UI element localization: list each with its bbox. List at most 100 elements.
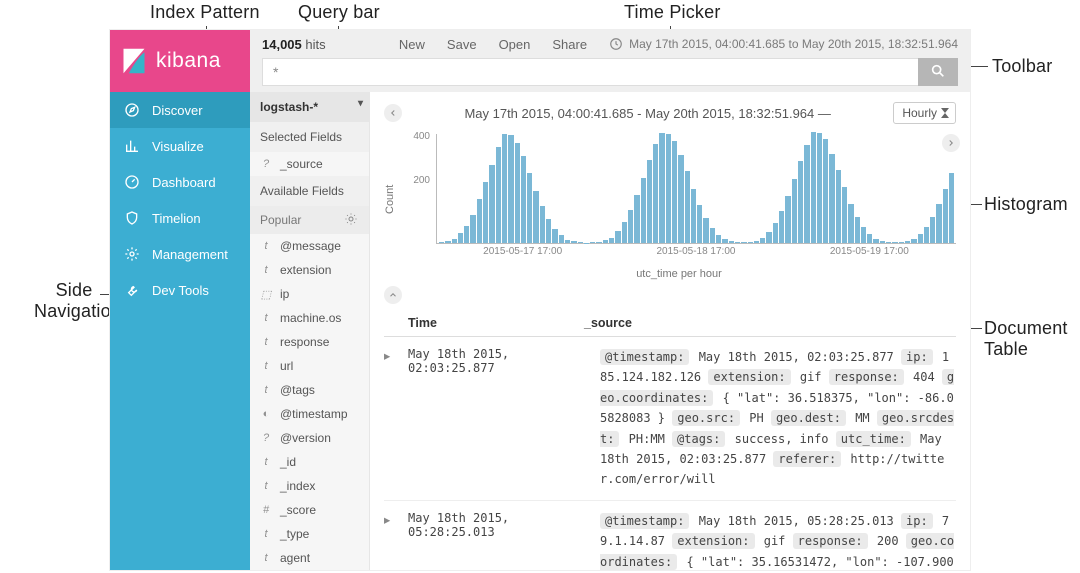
histogram-bar[interactable] [766, 232, 771, 243]
column-time-header[interactable]: Time [384, 316, 584, 330]
histogram-bar[interactable] [899, 242, 904, 243]
interval-select[interactable]: Hourly [893, 102, 956, 124]
histogram-bar[interactable] [546, 219, 551, 243]
histogram-bar[interactable] [886, 242, 891, 243]
histogram-bar[interactable] [798, 161, 803, 243]
histogram-bar[interactable] [785, 196, 790, 243]
histogram-bar[interactable] [943, 189, 948, 244]
histogram-bar[interactable] [911, 239, 916, 243]
histogram-bar[interactable] [515, 143, 520, 243]
histogram-bar[interactable] [603, 240, 608, 243]
histogram-bar[interactable] [773, 223, 778, 243]
field-machine-os[interactable]: tmachine.os [250, 306, 369, 330]
time-picker[interactable]: May 17th 2015, 04:00:41.685 to May 20th … [609, 37, 958, 51]
histogram-bar[interactable] [691, 189, 696, 244]
histogram-bar[interactable] [452, 239, 457, 243]
histogram-bar[interactable] [722, 239, 727, 243]
expand-row-button[interactable]: ▸ [384, 347, 400, 490]
histogram-bar[interactable] [804, 145, 809, 243]
field-extension[interactable]: textension [250, 258, 369, 282]
histogram-bar[interactable] [829, 154, 834, 243]
histogram-bar[interactable] [754, 241, 759, 243]
histogram-bar[interactable] [489, 165, 494, 243]
field-response[interactable]: tresponse [250, 330, 369, 354]
histogram-bar[interactable] [533, 191, 538, 243]
histogram-bar[interactable] [823, 139, 828, 243]
histogram-bar[interactable] [716, 235, 721, 243]
sidenav-item-timelion[interactable]: Timelion [110, 200, 250, 236]
histogram-bar[interactable] [748, 242, 753, 243]
save-button[interactable]: Save [447, 37, 477, 52]
field-settings-button[interactable] [343, 212, 359, 228]
histogram-bar[interactable] [464, 226, 469, 243]
index-pattern-select[interactable]: logstash-* ▾ [250, 92, 369, 122]
histogram-bar[interactable] [565, 240, 570, 243]
histogram-bar[interactable] [470, 215, 475, 243]
histogram-bar[interactable] [735, 242, 740, 243]
prev-range-button[interactable] [384, 104, 402, 122]
histogram-bar[interactable] [590, 242, 595, 243]
histogram-bar[interactable] [508, 135, 513, 243]
histogram-bar[interactable] [861, 227, 866, 243]
histogram-bar[interactable] [641, 178, 646, 243]
histogram-bar[interactable] [685, 171, 690, 243]
histogram-bar[interactable] [811, 132, 816, 243]
histogram-bar[interactable] [672, 141, 677, 243]
histogram-bar[interactable] [622, 222, 627, 243]
field--id[interactable]: t_id [250, 450, 369, 474]
histogram-bar[interactable] [647, 160, 652, 243]
histogram-bar[interactable] [659, 133, 664, 243]
histogram-bar[interactable] [653, 144, 658, 243]
field-ip[interactable]: ⬚ip [250, 282, 369, 306]
next-range-button[interactable] [942, 134, 960, 152]
histogram-chart[interactable]: 200400 2015-05-17 17:002015-05-18 17:002… [402, 134, 956, 264]
histogram-bar[interactable] [936, 204, 941, 243]
field--tags[interactable]: t@tags [250, 378, 369, 402]
query-input[interactable] [262, 58, 918, 86]
field--type[interactable]: t_type [250, 522, 369, 546]
histogram-bar[interactable] [666, 134, 671, 243]
histogram-bar[interactable] [836, 170, 841, 243]
expand-row-button[interactable]: ▸ [384, 511, 400, 570]
sidenav-item-discover[interactable]: Discover [110, 92, 250, 128]
histogram-bar[interactable] [609, 238, 614, 243]
field--source[interactable]: ?_source [250, 152, 369, 176]
histogram-bar[interactable] [855, 217, 860, 243]
histogram-bar[interactable] [880, 241, 885, 243]
histogram-bar[interactable] [445, 241, 450, 243]
sidenav-item-dashboard[interactable]: Dashboard [110, 164, 250, 200]
histogram-bar[interactable] [458, 233, 463, 243]
histogram-bar[interactable] [483, 182, 488, 243]
field--message[interactable]: t@message [250, 234, 369, 258]
histogram-bar[interactable] [615, 231, 620, 243]
histogram-bar[interactable] [571, 241, 576, 243]
histogram-bar[interactable] [634, 195, 639, 243]
histogram-bar[interactable] [949, 173, 954, 243]
histogram-bar[interactable] [628, 210, 633, 243]
histogram-bar[interactable] [930, 217, 935, 243]
histogram-bar[interactable] [439, 242, 444, 243]
field--timestamp[interactable]: ◐@timestamp [250, 402, 369, 426]
new-button[interactable]: New [399, 37, 425, 52]
histogram-bar[interactable] [873, 239, 878, 243]
histogram-bar[interactable] [552, 229, 557, 243]
histogram-bar[interactable] [729, 241, 734, 243]
search-button[interactable] [918, 58, 958, 86]
histogram-bar[interactable] [892, 242, 897, 243]
share-button[interactable]: Share [552, 37, 587, 52]
histogram-bar[interactable] [521, 156, 526, 243]
histogram-bar[interactable] [502, 134, 507, 243]
histogram-bar[interactable] [697, 205, 702, 243]
open-button[interactable]: Open [499, 37, 531, 52]
histogram-bar[interactable] [848, 204, 853, 243]
field-agent[interactable]: tagent [250, 546, 369, 570]
histogram-bar[interactable] [760, 238, 765, 243]
histogram-bar[interactable] [703, 218, 708, 243]
field-url[interactable]: turl [250, 354, 369, 378]
histogram-bar[interactable] [741, 242, 746, 243]
column-source-header[interactable]: _source [584, 316, 956, 330]
histogram-bar[interactable] [918, 234, 923, 243]
histogram-bar[interactable] [496, 147, 501, 243]
histogram-bar[interactable] [867, 234, 872, 243]
sidenav-item-management[interactable]: Management [110, 236, 250, 272]
